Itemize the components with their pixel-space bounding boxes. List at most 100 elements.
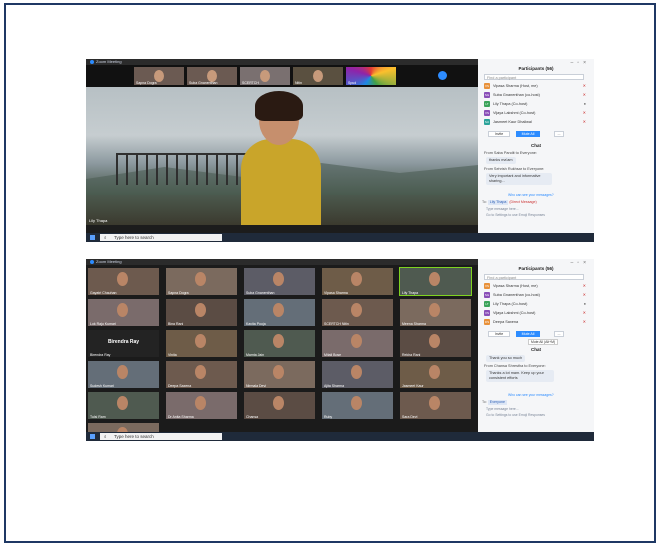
participant-row[interactable]: SG Suba Gnanenthan (co-host) ✕	[484, 91, 588, 99]
gallery-tile[interactable]: Ruby	[322, 392, 393, 419]
gallery-tile[interactable]: Ajita Sharma	[322, 361, 393, 388]
participant-row[interactable]: VS Vipasa Sharma (Host, me) ✕	[484, 82, 588, 90]
gallery-tile[interactable]: Lok Raju Kumari	[88, 299, 159, 326]
mic-muted-icon[interactable]: ✕	[583, 309, 586, 317]
mic-muted-icon[interactable]: ✕	[583, 282, 586, 290]
find-participant-input[interactable]: Find a participant	[484, 274, 584, 280]
gallery-tile[interactable]: Sapna Dogra	[166, 268, 237, 295]
gallery-tile[interactable]: Vipasa Sharma	[322, 268, 393, 295]
chat-sender: From Chansa Shrestha to Everyone:	[484, 364, 546, 368]
zoom-logo-icon	[90, 59, 94, 64]
mic-muted-icon[interactable]: ✕	[583, 118, 586, 126]
participants-title: Participants (56)	[518, 266, 554, 271]
participant-video-face	[117, 396, 128, 410]
chat-input[interactable]: Type message here...	[486, 407, 519, 411]
participant-row[interactable]: LT Lily Thapa (Co-host) ●	[484, 300, 588, 308]
mic-muted-icon[interactable]: ✕	[583, 91, 586, 99]
gallery-tile[interactable]: Kavita Pooja	[244, 299, 315, 326]
participant-row[interactable]: VS Vipasa Sharma (Host, me) ✕	[484, 282, 588, 290]
gallery-tile[interactable]: Tulsi Ram	[88, 392, 159, 419]
gallery-tile[interactable]: Gayatri Chauhan	[88, 268, 159, 295]
tile-name-label: Gayatri Chauhan	[90, 291, 117, 295]
video-thumbnail[interactable]: Sapna Dogra	[134, 67, 184, 85]
chat-message: Thanks a lot mam. Keep up your consisten…	[486, 370, 554, 382]
gallery-tile[interactable]: Lily Thapa	[399, 267, 472, 296]
gallery-tile[interactable]: Vinita	[166, 330, 237, 357]
chat-message: thanks ma'am	[486, 157, 516, 164]
participant-row[interactable]: VS Vijaya Lakshmi (Co-host) ✕	[484, 109, 588, 117]
participant-video-face	[351, 396, 362, 410]
who-can-see-link[interactable]: Who can see your messages?	[508, 393, 554, 397]
mic-icon[interactable]: ●	[584, 100, 586, 108]
windows-start-icon[interactable]	[90, 235, 95, 240]
mic-muted-icon[interactable]: ✕	[583, 82, 586, 90]
mic-muted-icon[interactable]: ✕	[583, 109, 586, 117]
mute-all-button[interactable]: Mute All	[516, 131, 540, 137]
video-thumbnail[interactable]: Suba Gnanenthan	[187, 67, 237, 85]
tile-name-label: Lok Raju Kumari	[90, 322, 116, 326]
participant-video-face	[429, 396, 440, 410]
participant-name-placeholder: Birendra Ray	[107, 339, 140, 345]
video-thumbnail[interactable]: SCERTCH	[240, 67, 290, 85]
gallery-tile[interactable]: Deepa Saxena	[166, 361, 237, 388]
mute-all-tooltip: Mute All (Alt+M)	[528, 339, 559, 345]
find-participant-input[interactable]: Find a participant	[484, 74, 584, 80]
tile-name-label: Rekha Rani	[402, 353, 421, 357]
participant-video-face	[429, 272, 440, 286]
zoom-speaker-screenshot: Zoom Meeting Sapna Dogra Suba Gnanenthan…	[86, 59, 594, 242]
more-button[interactable]: ...	[554, 131, 564, 137]
windows-start-icon[interactable]	[90, 434, 95, 439]
participant-row[interactable]: LT Lily Thapa (Co-host) ●	[484, 100, 588, 108]
participant-video-face	[273, 272, 284, 286]
invite-button[interactable]: Invite	[488, 331, 510, 337]
chat-recipient-row: To: Lily Thapa (Direct Message)	[482, 200, 537, 205]
active-speaker-video: Lily Thapa	[86, 87, 478, 225]
chat-input[interactable]: Type message here...	[486, 207, 519, 211]
tile-name-label: Deepa Saxena	[168, 384, 192, 388]
who-can-see-link[interactable]: Who can see your messages?	[508, 193, 554, 197]
next-page-icon[interactable]	[438, 71, 447, 80]
taskbar-search-box[interactable]: ⌕ Type here to search	[100, 234, 222, 241]
search-icon: ⌕	[104, 434, 107, 439]
gallery-tile[interactable]: Sudesh Kumari	[88, 361, 159, 388]
thumbnail-strip: Sapna Dogra Suba Gnanenthan SCERTCH Niti…	[86, 65, 478, 87]
mic-icon[interactable]: ●	[584, 300, 586, 308]
tile-name-label: Birendra Ray	[90, 353, 111, 357]
tile-name-label: Ruby	[324, 415, 333, 419]
video-thumbnail[interactable]: Spud	[346, 67, 396, 85]
tile-name-label: Vipasa Sharma	[324, 291, 348, 295]
gallery-tile[interactable]: Mitali Bose	[322, 330, 393, 357]
taskbar-search-box[interactable]: ⌕ Type here to search	[100, 433, 222, 440]
mic-muted-icon[interactable]: ✕	[583, 318, 586, 326]
gallery-tile[interactable]: Rekha Rani	[400, 330, 471, 357]
participant-video-face	[273, 334, 284, 348]
participant-row[interactable]: SU Jasmeet Kaur Dhaliwal ✕	[484, 118, 588, 126]
gallery-tile[interactable]: Bina Rani	[166, 299, 237, 326]
participant-row[interactable]: VS Vijaya Lakshmi (Co-host) ✕	[484, 309, 588, 317]
invite-button[interactable]: Invite	[488, 131, 510, 137]
gallery-tile[interactable]: Mamta Jain	[244, 330, 315, 357]
participant-row[interactable]: DS Deepa Saxena ✕	[484, 318, 588, 326]
gallery-tile[interactable]: Sara Devi	[400, 392, 471, 419]
participant-row[interactable]: SG Suba Gnanenthan (co-host) ✕	[484, 291, 588, 299]
gallery-tile[interactable]: Jasmeet Kaur	[400, 361, 471, 388]
gallery-tile[interactable]: Chansa	[244, 392, 315, 419]
gallery-tile[interactable]: SCERTCH Nitin	[322, 299, 393, 326]
video-thumbnail[interactable]: Nitin	[293, 67, 343, 85]
more-button[interactable]: ...	[554, 331, 564, 337]
mic-muted-icon[interactable]: ✕	[583, 291, 586, 299]
participant-video-face	[273, 396, 284, 410]
mute-all-button[interactable]: Mute All	[516, 331, 540, 337]
chat-message: Very important and informative sharing..…	[486, 173, 552, 185]
gallery-tile[interactable]: Meena Sharma	[400, 299, 471, 326]
tile-name-label: SCERTCH Nitin	[324, 322, 349, 326]
gallery-tile[interactable]: Dr Anita Sharma	[166, 392, 237, 419]
taskbar-app-icons[interactable]	[236, 235, 392, 242]
gallery-tile[interactable]: Birendra Ray Birendra Ray	[88, 330, 159, 357]
taskbar-app-icons[interactable]	[236, 434, 392, 441]
gallery-tile[interactable]: Suba Gnanenthan	[244, 268, 315, 295]
gallery-tile[interactable]: Nirmala Devi	[244, 361, 315, 388]
recipient-dropdown[interactable]: Lily Thapa	[487, 200, 509, 205]
recipient-dropdown[interactable]: Everyone	[487, 400, 507, 405]
tile-name-label: Lily Thapa	[402, 291, 419, 295]
